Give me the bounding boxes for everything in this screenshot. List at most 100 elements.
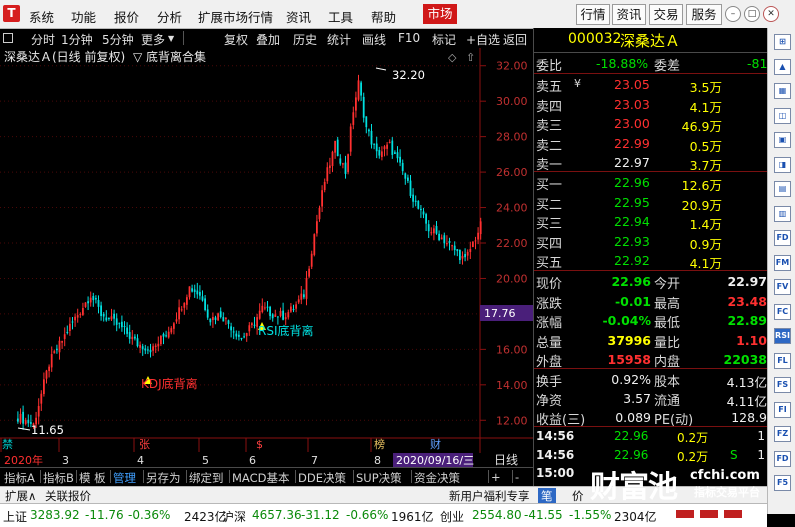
tab-more[interactable]: 更多 bbox=[141, 31, 165, 48]
sidebar-tool-icon[interactable]: FM bbox=[774, 254, 791, 271]
indicator-tab[interactable]: MACD基本 bbox=[232, 470, 289, 486]
ask-price[interactable]: 22.97 bbox=[614, 155, 650, 170]
candle-body bbox=[17, 418, 19, 422]
bid-price[interactable]: 22.92 bbox=[614, 253, 650, 268]
sidebar-tool-icon[interactable]: ◫ bbox=[774, 107, 791, 124]
overlay-button[interactable]: 叠加 bbox=[256, 31, 280, 48]
sidebar-tool-icon[interactable]: ▥ bbox=[774, 205, 791, 222]
candle-body bbox=[261, 305, 264, 313]
sidebar-tool-icon[interactable]: ◨ bbox=[774, 156, 791, 173]
close-icon[interactable]: ✕ bbox=[763, 6, 779, 22]
menu-help[interactable]: 帮助 bbox=[371, 7, 396, 26]
indicator-tab[interactable]: 指标A bbox=[4, 470, 35, 486]
minimize-icon[interactable]: – bbox=[725, 6, 741, 22]
candle-body bbox=[329, 165, 331, 169]
quotes-button[interactable]: 行情 bbox=[576, 4, 610, 25]
statistics-button[interactable]: 统计 bbox=[327, 31, 351, 48]
tick-time: 14:56 bbox=[536, 429, 575, 443]
indicator-tab[interactable]: 绑定到 bbox=[189, 470, 224, 486]
trade-button[interactable]: 交易 bbox=[649, 4, 683, 25]
bid-price[interactable]: 22.94 bbox=[614, 214, 650, 229]
divider bbox=[534, 171, 768, 172]
menu-info[interactable]: 资讯 bbox=[286, 7, 311, 26]
f10-button[interactable]: F10 bbox=[398, 31, 420, 45]
indicator-tab[interactable]: + bbox=[491, 470, 501, 484]
tick-tab[interactable]: 笔 bbox=[538, 488, 556, 504]
expand-button[interactable]: 扩展∧ bbox=[5, 488, 36, 504]
menu-function[interactable]: 功能 bbox=[71, 7, 96, 26]
service-button[interactable]: 服务 bbox=[686, 4, 722, 25]
grid-toggle-icon[interactable] bbox=[3, 33, 13, 43]
candle-body bbox=[274, 314, 277, 317]
history-button[interactable]: 历史 bbox=[293, 31, 317, 48]
sidebar-tool-icon[interactable]: ▲ bbox=[774, 58, 791, 75]
tab-intraday[interactable]: 分时 bbox=[31, 31, 55, 48]
indicator-tab[interactable]: DDE决策 bbox=[298, 470, 346, 486]
ask-price[interactable]: 23.03 bbox=[614, 97, 650, 112]
draw-line-button[interactable]: 画线 bbox=[362, 31, 386, 48]
candle-body bbox=[232, 331, 235, 333]
tab-divider bbox=[186, 470, 187, 483]
sidebar-tool-icon[interactable]: RSI bbox=[774, 328, 791, 344]
sidebar-tool-icon[interactable]: FD bbox=[774, 450, 791, 467]
menu-extended-market[interactable]: 扩展市场行情 bbox=[198, 7, 273, 26]
tab-5min[interactable]: 5分钟 bbox=[102, 31, 134, 48]
candle-body bbox=[193, 289, 196, 292]
dropdown-arrow-icon[interactable]: ▽ bbox=[133, 50, 143, 64]
related-quotes-button[interactable]: 关联报价 bbox=[45, 488, 91, 504]
kline-chart[interactable]: 12.0014.0016.0018.0020.0022.0024.0026.00… bbox=[0, 48, 533, 467]
tab-1min[interactable]: 1分钟 bbox=[61, 31, 93, 48]
watermark-brand: 财富池 bbox=[590, 470, 678, 505]
menu-analysis[interactable]: 分析 bbox=[157, 7, 182, 26]
menu-system[interactable]: 系统 bbox=[29, 7, 54, 26]
news-button[interactable]: 资讯 bbox=[612, 4, 646, 25]
bid-price[interactable]: 22.96 bbox=[614, 175, 650, 190]
ask-price[interactable]: 22.99 bbox=[614, 136, 650, 151]
sidebar-tool-icon[interactable]: FS bbox=[774, 377, 791, 393]
sidebar-tool-icon[interactable]: ▤ bbox=[774, 181, 791, 197]
market-button[interactable]: 市场 bbox=[423, 4, 457, 24]
back-button[interactable]: 返回 bbox=[503, 31, 527, 48]
indicator-tab[interactable]: 管理 bbox=[113, 470, 136, 486]
chevron-down-icon[interactable]: ▼ bbox=[168, 34, 174, 43]
sidebar-tool-icon[interactable]: F5 bbox=[774, 475, 791, 491]
sidebar-tool-icon[interactable]: FL bbox=[774, 352, 791, 369]
candle-body bbox=[92, 296, 95, 301]
diamond-icon[interactable]: ◇ bbox=[448, 51, 457, 64]
mark-button[interactable]: 标记 bbox=[432, 31, 456, 48]
bid-price[interactable]: 22.95 bbox=[614, 195, 650, 210]
price-tab[interactable]: 价 bbox=[572, 488, 584, 504]
candle-body bbox=[243, 336, 245, 338]
sidebar-tool-icon[interactable]: ▦ bbox=[774, 83, 791, 99]
candle-body bbox=[45, 370, 48, 379]
bid-price[interactable]: 22.93 bbox=[614, 234, 650, 249]
indicator-tab[interactable]: - bbox=[515, 470, 519, 484]
sidebar-tool-icon[interactable]: FC bbox=[774, 303, 791, 320]
hs-index-label: 沪深 bbox=[222, 510, 247, 524]
indicator-tab[interactable]: SUP决策 bbox=[356, 470, 402, 486]
up-arrow-icon[interactable]: ⇧ bbox=[466, 51, 475, 64]
sidebar-tool-icon[interactable]: FD bbox=[774, 230, 791, 246]
add-watchlist-button[interactable]: +自选 bbox=[466, 31, 500, 48]
sidebar-tool-icon[interactable]: FI bbox=[774, 401, 791, 418]
sidebar-tool-icon[interactable]: ⊞ bbox=[774, 34, 791, 50]
sidebar-tool-icon[interactable]: ▣ bbox=[774, 132, 791, 148]
maximize-icon[interactable]: □ bbox=[744, 6, 760, 22]
sh-index-pct: -0.36% bbox=[128, 508, 171, 522]
indicator-tab[interactable]: 另存为 bbox=[146, 470, 181, 486]
ask-price[interactable]: 23.00 bbox=[614, 116, 650, 131]
menu-tools[interactable]: 工具 bbox=[328, 7, 353, 26]
ask-price[interactable]: 23.05 bbox=[614, 77, 650, 92]
sidebar-tool-icon[interactable]: FV bbox=[774, 279, 791, 295]
menu-quote[interactable]: 报价 bbox=[114, 7, 139, 26]
sidebar-tool-icon[interactable]: FZ bbox=[774, 426, 791, 442]
candle-body bbox=[74, 316, 76, 321]
indicator-tab[interactable]: 指标B bbox=[43, 470, 74, 486]
signal-strength-icon bbox=[700, 510, 718, 518]
new-user-benefit-link[interactable]: 新用户福利专享 bbox=[449, 488, 530, 504]
indicator-tab[interactable]: 资金决策 bbox=[414, 470, 460, 486]
adjust-button[interactable]: 复权 bbox=[224, 31, 248, 48]
indicator-tab[interactable]: 模 板 bbox=[79, 470, 106, 486]
bid-volume: 12.6万 bbox=[681, 178, 722, 193]
candle-body bbox=[297, 299, 300, 303]
